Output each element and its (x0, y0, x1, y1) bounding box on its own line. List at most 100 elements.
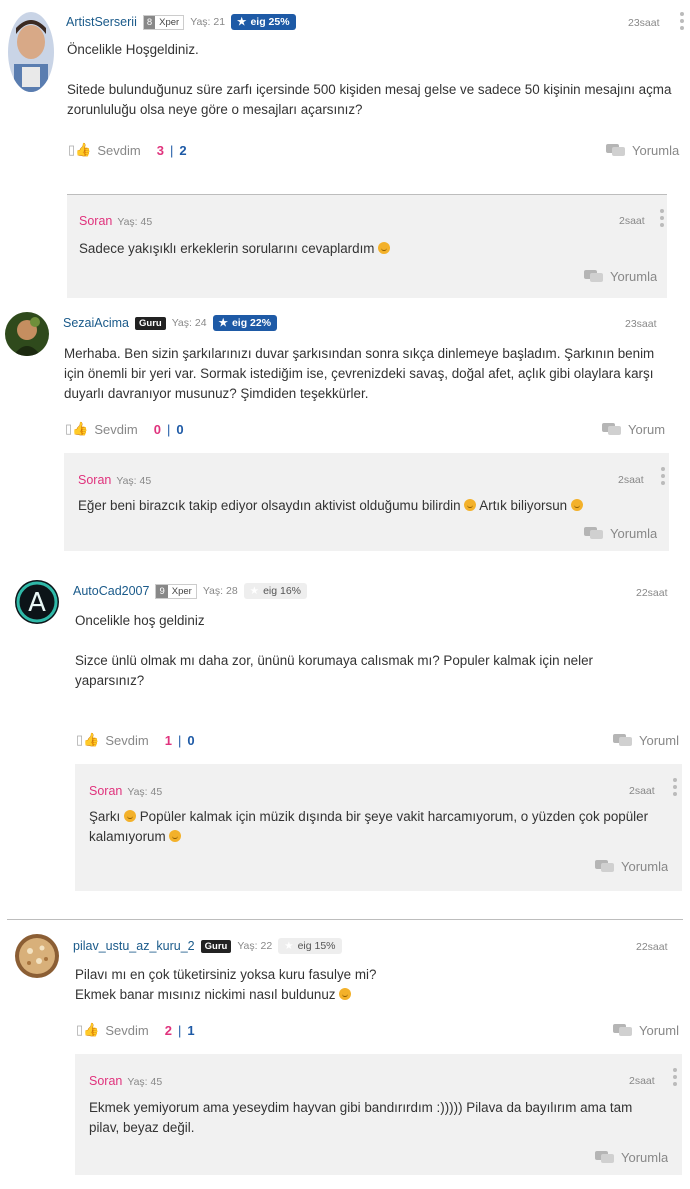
chat-bubble-icon (613, 734, 633, 747)
kebab-menu-icon[interactable] (661, 467, 665, 485)
smiley-emoji-icon (570, 499, 583, 511)
question-card: ArtistSerserii 8 Xper Yaş: 21 ★ eig 25% 23… (0, 0, 690, 300)
chat-bubble-icon (595, 1151, 615, 1164)
like-button[interactable]: Sevdim (94, 422, 137, 437)
comment-label: Yorumla (610, 526, 658, 541)
like-button[interactable]: Sevdim (97, 143, 140, 158)
answer-text-content: Ekmek yemiyorum ama yeseydim hayvan gibi… (89, 1100, 633, 1135)
answer-time: 2saat (629, 1075, 655, 1087)
like-button[interactable]: Sevdim (105, 733, 148, 748)
chat-bubble-icon (606, 144, 626, 157)
thumbs-up-icon[interactable]: ▯👍 (68, 142, 91, 158)
reaction-bar: ▯👍 Sevdim 1 | 0 (76, 731, 195, 749)
answer-author[interactable]: Soran (89, 1074, 122, 1088)
answer-text-content: Artık biliyorsun (479, 498, 568, 513)
smiley-emoji-icon (169, 830, 182, 842)
question-paragraph: Öncelikle Hoşgeldiniz. (67, 42, 199, 57)
question-text: Oncelikle hoş geldiniz Sizce ünlü olmak … (75, 611, 665, 691)
like-count: 0 (153, 421, 161, 437)
user-avatar[interactable] (8, 12, 54, 92)
like-count: 2 (164, 1022, 172, 1038)
answer-author[interactable]: Soran (89, 784, 122, 798)
comment-label: Yoruml (639, 733, 679, 748)
answer-age: Yaş: 45 (127, 1076, 163, 1088)
answer-author[interactable]: Soran (78, 473, 111, 487)
thumbs-up-icon[interactable]: ▯👍 (76, 732, 99, 748)
comment-button[interactable]: Yorumla (584, 526, 657, 541)
user-avatar[interactable] (15, 934, 59, 978)
dislike-count: 1 (187, 1022, 195, 1038)
comment-button[interactable]: Yoruml (613, 1023, 690, 1038)
answer-age: Yaş: 45 (117, 216, 153, 228)
comment-button[interactable]: Yoruml (613, 733, 690, 748)
comment-label: Yorumla (632, 143, 680, 158)
chat-bubble-icon (584, 270, 604, 283)
guru-badge: Guru (200, 939, 232, 953)
comment-button[interactable]: Yorum (602, 422, 672, 437)
user-age: Yaş: 22 (237, 940, 273, 952)
question-paragraph: Sizce ünlü olmak mı daha zor, ününü koru… (75, 653, 594, 688)
dislike-count: 0 (187, 732, 195, 748)
username-link[interactable]: pilav_ustu_az_kuru_2 (73, 939, 195, 953)
eig-badge: ★ eig 16% (243, 583, 308, 599)
kebab-menu-icon[interactable] (673, 1068, 677, 1086)
question-text: Pilavı mı en çok tüketirsiniz yoksa kuru… (75, 965, 665, 1005)
answer-text: Ekmek yemiyorum ama yeseydim hayvan gibi… (89, 1098, 664, 1138)
chat-bubble-icon (584, 527, 604, 540)
kebab-menu-icon[interactable] (673, 778, 677, 796)
comment-label: Yorumla (621, 1150, 669, 1165)
thumbs-up-icon[interactable]: ▯👍 (65, 421, 88, 437)
comment-label: Yorum (628, 422, 666, 437)
answer-text-content: Sadece yakışıklı erkeklerin sorularını c… (79, 241, 375, 256)
question-card: SezaiAcima Guru Yaş: 24 ★ eig 22% 23saat … (0, 300, 690, 560)
comment-button[interactable]: Yorumla (606, 143, 690, 158)
eig-badge: ★ eig 22% (212, 315, 278, 331)
like-button[interactable]: Sevdim (105, 1023, 148, 1038)
dislike-count: 2 (179, 142, 187, 158)
answer-time: 2saat (629, 785, 655, 797)
comment-button[interactable]: Yorumla (584, 269, 657, 284)
kebab-menu-icon[interactable] (680, 12, 684, 30)
eig-value: eig 15% (297, 940, 336, 952)
answer-author[interactable]: Soran (79, 214, 112, 228)
eig-value: eig 25% (250, 16, 290, 28)
comment-label: Yorumla (621, 859, 669, 874)
level-number: 8 (143, 15, 156, 29)
chat-bubble-icon (613, 1024, 633, 1037)
answer-text: Şarkı Popüler kalmak için müzik dışında … (89, 807, 669, 847)
comment-button[interactable]: Yorumla (595, 1150, 668, 1165)
username-link[interactable]: AutoCad2007 (73, 584, 149, 598)
count-separator: | (177, 732, 182, 748)
smiley-emoji-icon (378, 242, 391, 254)
comment-label: Yorumla (610, 269, 658, 284)
eig-value: eig 16% (263, 585, 302, 597)
star-icon: ★ (284, 940, 294, 952)
answer-age: Yaş: 45 (116, 475, 152, 487)
answer-time: 2saat (619, 215, 645, 227)
eig-badge: ★ eig 25% (231, 14, 296, 30)
comment-button[interactable]: Yorumla (595, 859, 668, 874)
username-link[interactable]: ArtistSerserii (66, 15, 137, 29)
answer-text-content: Şarkı (89, 809, 121, 824)
thumbs-up-icon[interactable]: ▯👍 (76, 1022, 99, 1038)
user-avatar[interactable]: A (15, 580, 59, 624)
level-label: Xper (171, 585, 192, 597)
star-icon: ★ (249, 585, 260, 597)
answer-box: Soran Yaş: 45 2saat Sadece yakışıklı erk… (67, 195, 667, 298)
user-age: Yaş: 21 (190, 16, 226, 28)
question-text: Öncelikle Hoşgeldiniz. Sitede bulunduğun… (67, 40, 687, 120)
kebab-menu-icon[interactable] (660, 209, 664, 227)
level-badge: 9 Xper (155, 583, 197, 599)
count-separator: | (169, 142, 174, 158)
guru-badge: Guru (135, 316, 166, 330)
question-line: Pilavı mı en çok tüketirsiniz yoksa kuru… (75, 967, 377, 982)
answer-text-content: Eğer beni birazcık takip ediyor olsaydın… (78, 498, 461, 513)
smiley-emoji-icon (339, 988, 352, 1000)
username-link[interactable]: SezaiAcima (63, 316, 129, 330)
reaction-bar: ▯👍 Sevdim 0 | 0 (65, 420, 184, 438)
answer-box: Soran Yaş: 45 2saat Şarkı Popüler kalmak… (75, 764, 682, 891)
level-label: Xper (159, 16, 180, 28)
user-avatar[interactable] (5, 312, 49, 356)
question-text: Merhaba. Ben sizin şarkılarınızı duvar ş… (64, 344, 674, 404)
reaction-bar: ▯👍 Sevdim 3 | 2 (68, 141, 187, 159)
